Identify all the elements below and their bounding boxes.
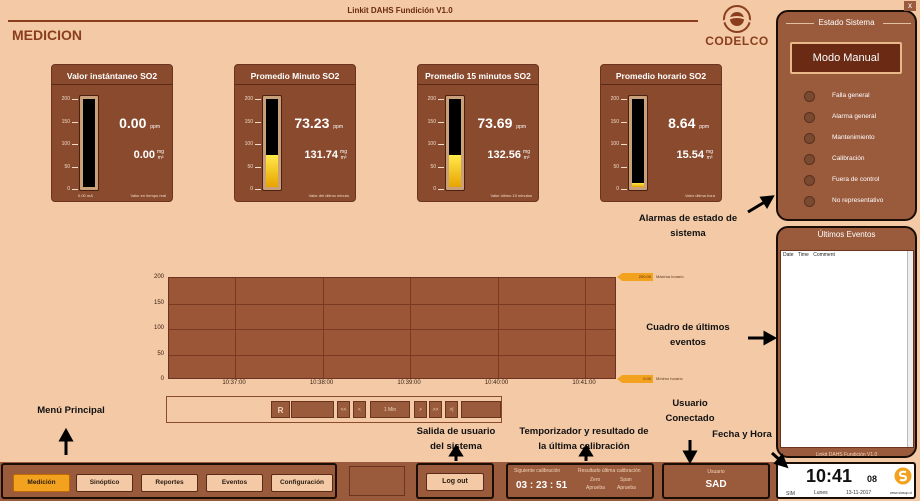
annotation-arrows (58, 195, 789, 469)
